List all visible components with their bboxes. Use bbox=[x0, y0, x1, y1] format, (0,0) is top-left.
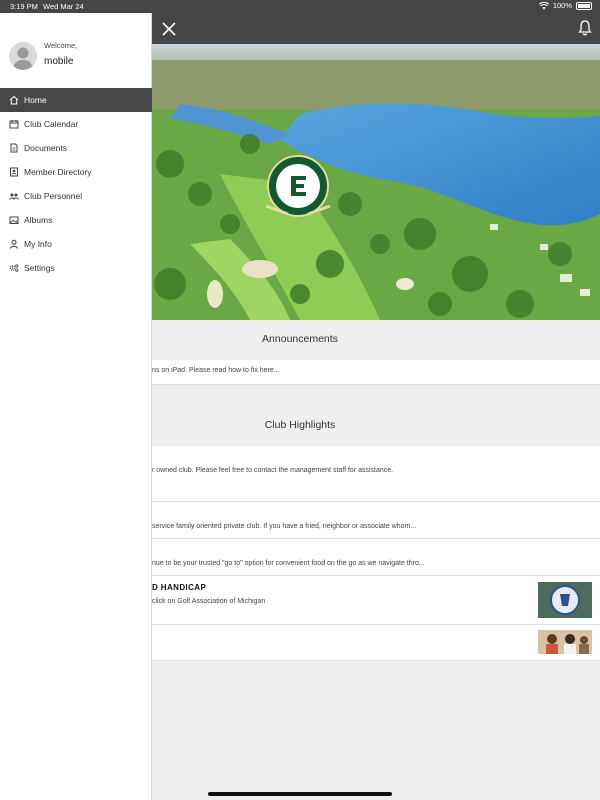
menu-item-home[interactable]: Home bbox=[0, 88, 152, 112]
menu-item-label: Documents bbox=[24, 143, 67, 153]
wifi-icon bbox=[538, 1, 549, 9]
highlight-row[interactable]: r owned club. Please feel free to contac… bbox=[152, 446, 600, 502]
announcement-row[interactable]: ns on iPad. Please read how to fix here.… bbox=[152, 360, 600, 385]
highlight-row-photo[interactable] bbox=[152, 625, 600, 661]
calendar-icon bbox=[9, 120, 19, 129]
user-icon bbox=[10, 239, 18, 249]
menu-item-club-personnel[interactable]: Club Personnel bbox=[0, 184, 152, 208]
drawer-menu: Home Club Calendar Documents Member Dire… bbox=[0, 88, 152, 280]
menu-item-label: Albums bbox=[24, 215, 53, 225]
document-icon bbox=[10, 143, 18, 153]
menu-item-club-calendar[interactable]: Club Calendar bbox=[0, 112, 152, 136]
menu-item-label: Club Personnel bbox=[24, 191, 83, 201]
announcement-text: ns on iPad. Please read how to fix here.… bbox=[152, 367, 280, 374]
user-avatar-icon bbox=[13, 47, 33, 70]
side-drawer: Welcome, mobile Home Club Calendar Docum… bbox=[0, 0, 152, 800]
status-date: Wed Mar 24 bbox=[43, 2, 84, 11]
highlight-text: nue to be your trusted "go to" option fo… bbox=[152, 560, 425, 567]
menu-item-label: Home bbox=[24, 95, 47, 105]
menu-item-label: Club Calendar bbox=[24, 119, 79, 129]
bell-icon[interactable] bbox=[576, 19, 594, 37]
menu-item-documents[interactable]: Documents bbox=[0, 136, 152, 160]
home-icon bbox=[9, 95, 19, 105]
avatar[interactable] bbox=[9, 42, 37, 70]
directory-icon bbox=[10, 167, 18, 177]
highlight-text: click on Golf Association of Michigan bbox=[152, 598, 266, 605]
announcements-title: Announcements bbox=[262, 333, 338, 345]
close-icon[interactable] bbox=[160, 20, 178, 38]
status-bar: 3:19 PM Wed Mar 24 100% bbox=[0, 0, 600, 13]
menu-item-label: My Info bbox=[24, 239, 52, 249]
menu-item-my-info[interactable]: My Info bbox=[0, 232, 152, 256]
highlight-row-handicap[interactable]: D HANDICAP click on Golf Association of … bbox=[152, 576, 600, 625]
highlight-text: service family oriented private club. If… bbox=[152, 523, 417, 530]
highlight-row[interactable]: service family oriented private club. If… bbox=[152, 502, 600, 539]
status-time: 3:19 PM bbox=[10, 2, 38, 11]
username-label: mobile bbox=[44, 56, 74, 67]
club-logo bbox=[265, 155, 331, 217]
menu-item-label: Member Directory bbox=[24, 167, 92, 177]
people-icon bbox=[9, 193, 19, 200]
menu-item-albums[interactable]: Albums bbox=[0, 208, 152, 232]
gam-logo-thumbnail bbox=[538, 582, 592, 618]
welcome-label: Welcome, bbox=[44, 41, 78, 50]
highlight-text: r owned club. Please feel free to contac… bbox=[152, 467, 394, 474]
home-indicator[interactable] bbox=[208, 792, 392, 796]
club-highlights-title: Club Highlights bbox=[264, 419, 336, 431]
people-photo-thumbnail bbox=[538, 630, 592, 654]
menu-item-label: Settings bbox=[24, 263, 55, 273]
album-icon bbox=[9, 216, 19, 224]
menu-item-member-directory[interactable]: Member Directory bbox=[0, 160, 152, 184]
highlight-row[interactable]: nue to be your trusted "go to" option fo… bbox=[152, 539, 600, 576]
battery-icon bbox=[576, 1, 592, 10]
menu-item-settings[interactable]: Settings bbox=[0, 256, 152, 280]
status-right: 100% bbox=[538, 1, 592, 10]
highlight-title: D HANDICAP bbox=[152, 583, 207, 592]
settings-icon bbox=[9, 264, 19, 272]
battery-percent: 100% bbox=[552, 1, 572, 10]
